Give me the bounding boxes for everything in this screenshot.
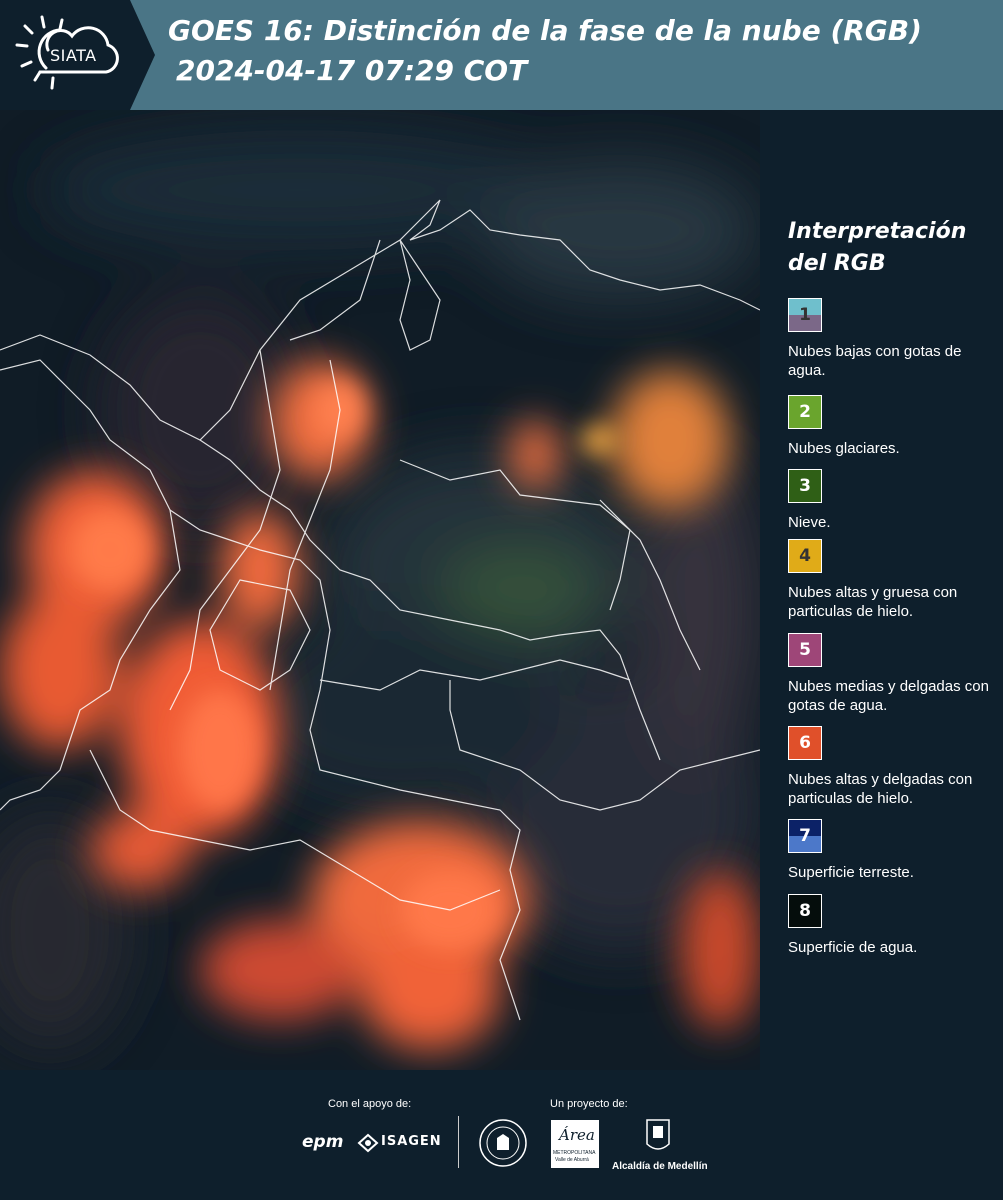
legend-label-2: Nubes glaciares. bbox=[788, 440, 900, 457]
area-logo-text: Área bbox=[559, 1126, 595, 1144]
legend-item-7: 7 Superficie terreste. bbox=[788, 819, 998, 882]
footer: Con el apoyo de: Un proyecto de: epm ISA… bbox=[0, 1070, 1003, 1200]
alcaldia-logo-text: Alcaldía de Medellín bbox=[612, 1161, 708, 1172]
legend-label-3: Nieve. bbox=[788, 514, 831, 531]
logo-text: SIATA bbox=[50, 46, 97, 65]
legend-num-6: 6 bbox=[799, 733, 811, 753]
legend-item-6: 6 Nubes altas y delgadas con particulas … bbox=[788, 726, 998, 808]
support-label: Con el apoyo de: bbox=[328, 1098, 412, 1110]
area-logo-sub: METROPOLITANA bbox=[553, 1150, 596, 1156]
legend-title: Interpretación del RGB bbox=[788, 219, 967, 276]
legend-swatch-5: 5 bbox=[788, 633, 822, 667]
legend-swatch-6: 6 bbox=[788, 726, 822, 760]
satellite-image bbox=[0, 110, 760, 1070]
project-label: Un proyecto de: bbox=[550, 1098, 628, 1110]
legend-label-4: Nubes altas y gruesa con particulas de h… bbox=[788, 584, 958, 620]
isagen-icon bbox=[357, 1133, 379, 1153]
legend-swatch-7: 7 bbox=[788, 819, 822, 853]
legend-num-4: 4 bbox=[799, 546, 811, 566]
legend-label-8: Superficie de agua. bbox=[788, 939, 918, 956]
legend-swatch-1: 1 bbox=[788, 298, 822, 332]
legend-num-2: 2 bbox=[799, 402, 811, 422]
legend-item-8: 8 Superficie de agua. bbox=[788, 894, 998, 957]
legend-swatch-4: 4 bbox=[788, 539, 822, 573]
legend-label-1: Nubes bajas con gotas de agua. bbox=[788, 343, 962, 379]
legend-label-5: Nubes medias y delgadas con gotas de agu… bbox=[788, 678, 989, 714]
page-timestamp: 2024-04-17 07:29 COT bbox=[176, 54, 528, 87]
legend-item-5: 5 Nubes medias y delgadas con gotas de a… bbox=[788, 633, 998, 715]
legend-item-3: 3 Nieve. bbox=[788, 469, 998, 532]
legend-panel: Interpretación del RGB 1 Nubes bajas con… bbox=[760, 110, 1003, 1070]
legend-num-8: 8 bbox=[799, 901, 811, 921]
logo-arrow bbox=[130, 0, 155, 110]
legend-swatch-2: 2 bbox=[788, 395, 822, 429]
legend-label-7: Superficie terreste. bbox=[788, 864, 914, 881]
page-title: GOES 16: Distinción de la fase de la nub… bbox=[168, 14, 922, 47]
legend-num-1: 1 bbox=[799, 305, 811, 325]
legend-swatch-8: 8 bbox=[788, 894, 822, 928]
header-bar: SIATA GOES 16: Distinción de la fase de … bbox=[0, 0, 1003, 110]
legend-item-2: 2 Nubes glaciares. bbox=[788, 395, 998, 458]
legend-item-1: 1 Nubes bajas con gotas de agua. bbox=[788, 298, 998, 380]
medellin-shield-icon bbox=[646, 1119, 670, 1150]
legend-num-5: 5 bbox=[799, 640, 811, 660]
university-seal-icon bbox=[479, 1119, 527, 1167]
legend-num-7: 7 bbox=[799, 826, 811, 846]
isagen-logo: ISAGEN bbox=[381, 1134, 442, 1149]
siata-logo: SIATA bbox=[0, 0, 130, 110]
legend-swatch-3: 3 bbox=[788, 469, 822, 503]
epm-logo: epm bbox=[302, 1132, 344, 1152]
satellite-map bbox=[0, 110, 760, 1070]
legend-num-3: 3 bbox=[799, 476, 811, 496]
area-logo-sub2: Valle de Aburrá bbox=[555, 1157, 589, 1163]
legend-label-6: Nubes altas y delgadas con particulas de… bbox=[788, 771, 973, 807]
footer-divider bbox=[458, 1116, 459, 1168]
area-metropolitana-logo: Área METROPOLITANA Valle de Aburrá bbox=[551, 1120, 599, 1168]
legend-item-4: 4 Nubes altas y gruesa con particulas de… bbox=[788, 539, 998, 621]
